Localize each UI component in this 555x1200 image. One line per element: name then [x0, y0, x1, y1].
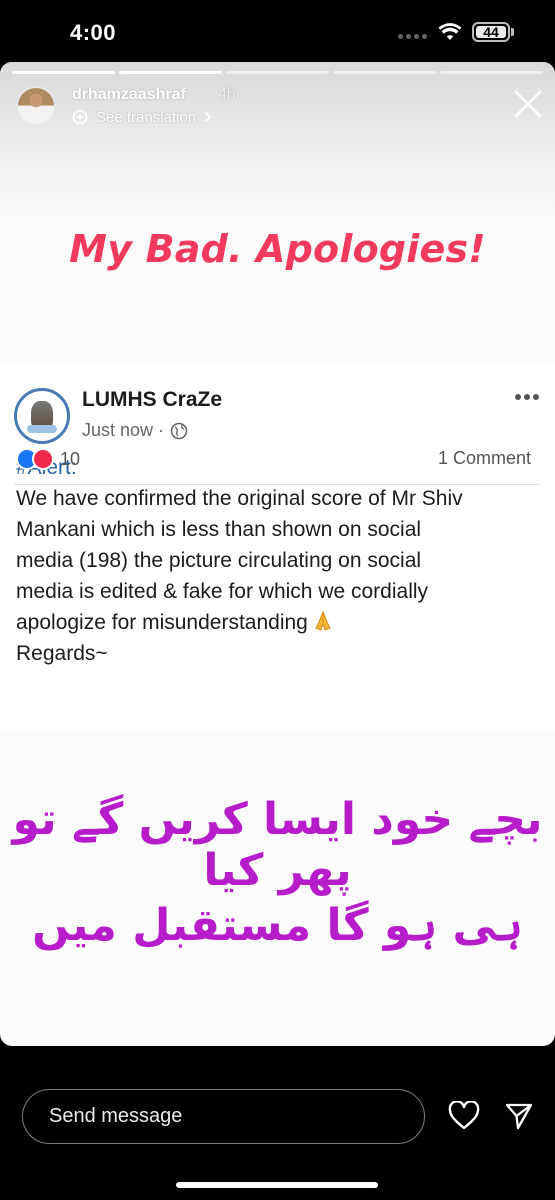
globe-icon [170, 422, 188, 439]
post-time: Just now · [82, 420, 188, 441]
post-divider [14, 484, 541, 485]
progress-segment [119, 71, 222, 74]
post-line: media (198) the picture circulating on s… [16, 549, 422, 572]
comment-count: 1 Comment [438, 448, 532, 468]
avatar[interactable] [16, 86, 56, 126]
love-icon [32, 448, 54, 470]
story-progress [12, 71, 543, 74]
battery-icon: 44 [472, 22, 510, 42]
send-icon[interactable] [504, 1101, 534, 1131]
post-line-with-emoji: apologize for misunderstanding [16, 607, 544, 638]
story-username[interactable]: drhamzaashraf [72, 86, 186, 104]
translate-icon [72, 109, 88, 125]
post-line: media is edited & fake for which we cord… [16, 580, 429, 603]
pray-emoji [315, 610, 331, 631]
progress-segment [440, 71, 543, 74]
story-age: 4h [218, 86, 236, 103]
chevron-right-icon [204, 111, 212, 123]
story-headline: My Bad. Apologies! [69, 227, 486, 271]
page-name: LUMHS CraZe [82, 388, 223, 411]
post-time-label: Just now · [82, 420, 165, 440]
reaction-count: 10 [60, 448, 81, 469]
post-line: We have confirmed the original score of … [16, 487, 463, 510]
status-time: 4:00 [70, 20, 117, 45]
battery-tip [511, 28, 514, 36]
more-icon [515, 394, 541, 402]
send-message-input[interactable]: Send message [22, 1089, 425, 1144]
wifi-icon [438, 23, 462, 40]
post-reactions: 10 [16, 448, 80, 470]
progress-segment [12, 71, 115, 74]
post-line: apologize for misunderstanding [16, 611, 308, 634]
urdu-caption-line-2: ہی ہو گا مستقبل میں [32, 900, 523, 951]
status-bar: 4:00 44 [0, 0, 555, 62]
story-card[interactable]: drhamzaashraf 4h See translation My Bad.… [0, 62, 555, 1046]
close-icon[interactable] [508, 84, 548, 124]
page-logo [14, 388, 70, 444]
see-translation-button[interactable]: See translation [72, 107, 212, 127]
heart-icon[interactable] [448, 1101, 480, 1131]
home-indicator [176, 1182, 378, 1188]
post-line: Mankani which is less than shown on soci… [16, 518, 422, 541]
progress-segment [226, 71, 329, 74]
see-translation-label: See translation [96, 108, 197, 126]
post-line: Regards~ [16, 642, 108, 665]
post-body: We have confirmed the original score of … [16, 483, 544, 669]
facebook-post: LUMHS CraZe Just now · #Alert: We have c… [0, 364, 555, 730]
progress-segment [333, 71, 436, 74]
cellular-signal-icon [398, 34, 428, 42]
urdu-caption-line-1: بچے خود ایسا کریں گے تو پھر کیا [12, 794, 543, 896]
battery-level: 44 [483, 24, 499, 40]
